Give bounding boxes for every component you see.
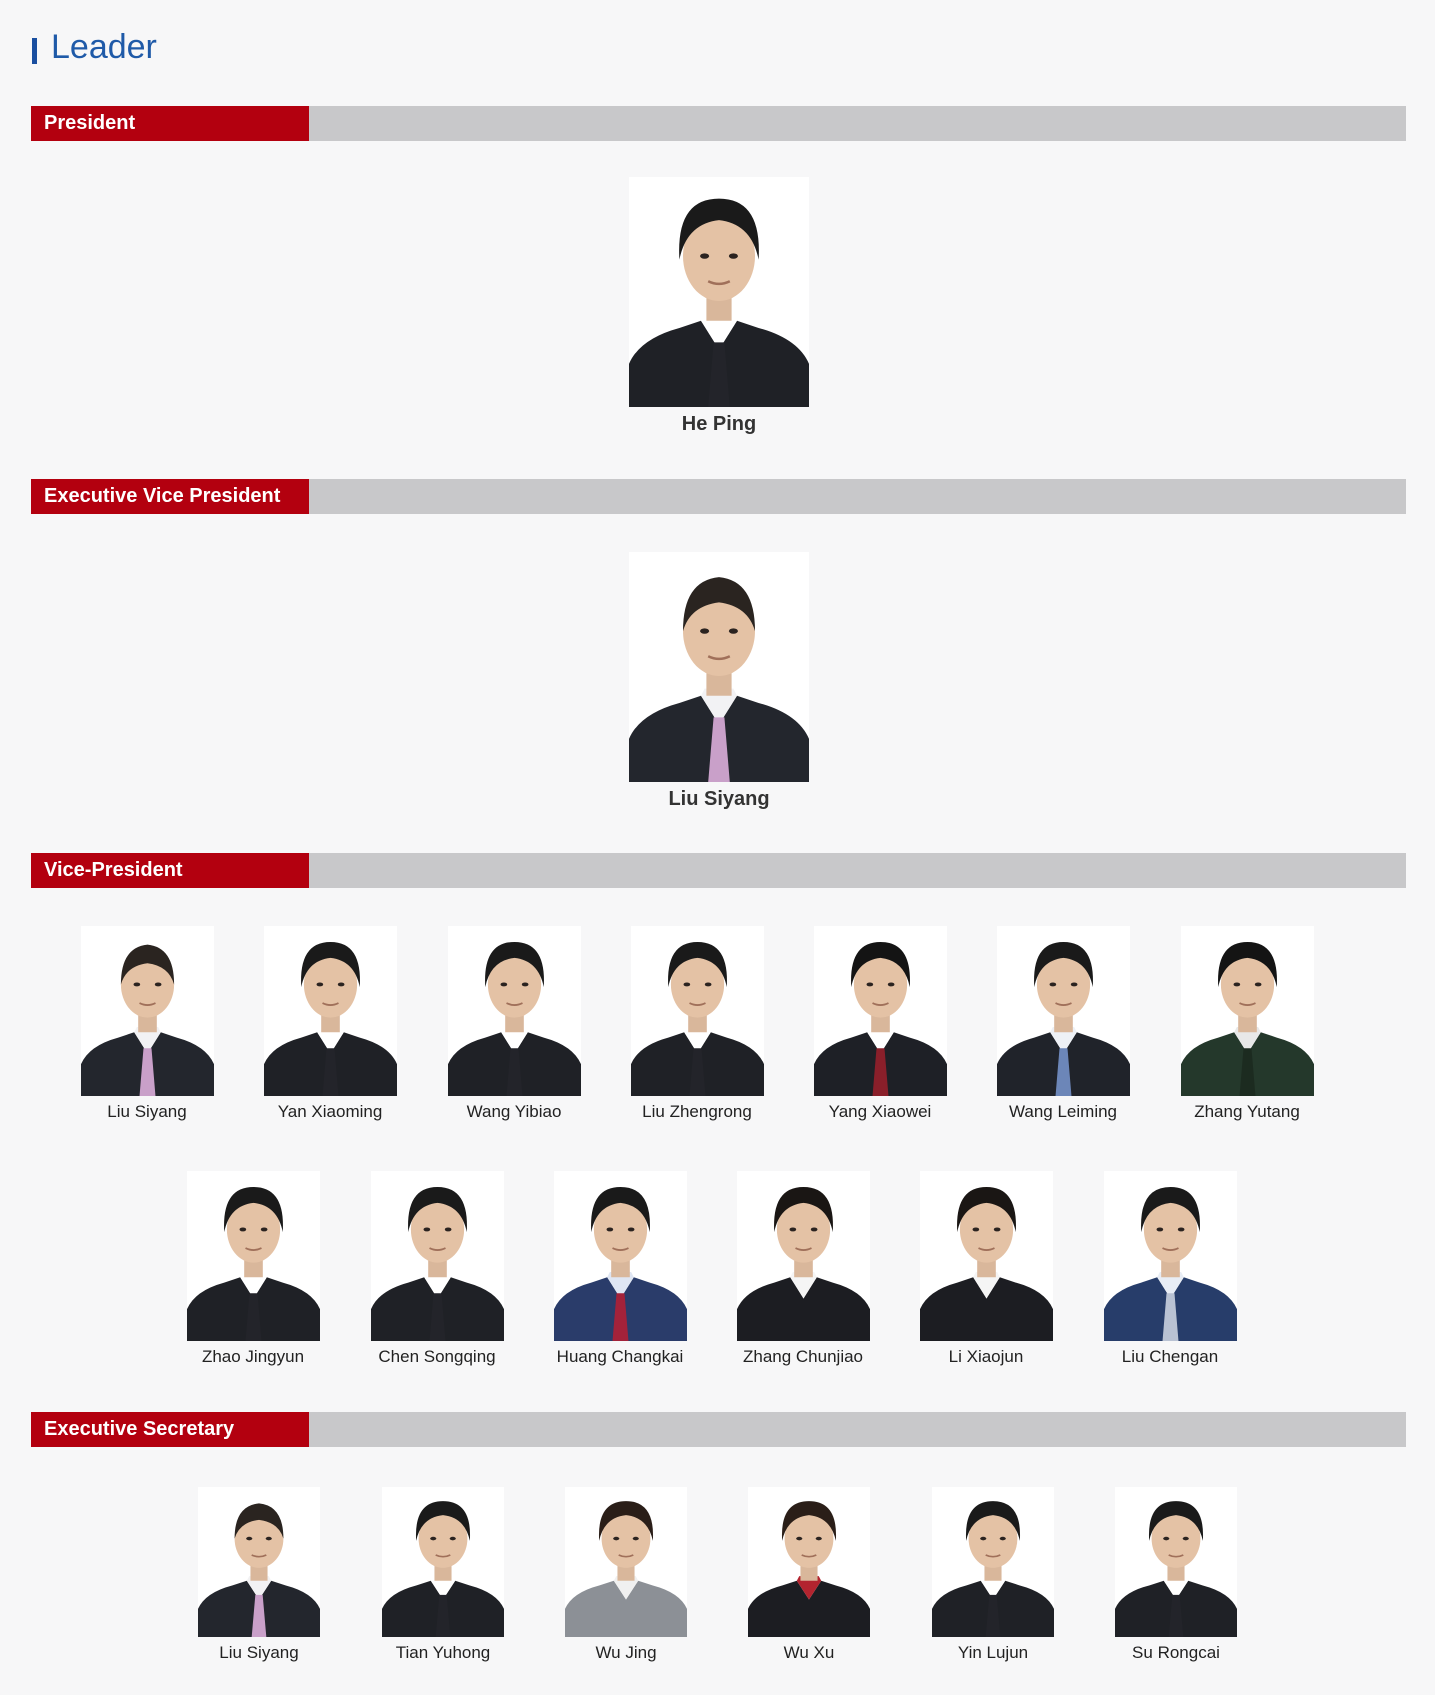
leader-name[interactable]: Wu Xu [729,1643,889,1663]
leader-card[interactable]: Zhang Yutang [1167,926,1327,1122]
section-header-executive-secretary: Executive Secretary [31,1412,1406,1447]
leader-card[interactable]: Wang Yibiao [434,926,594,1122]
title-accent-bar [32,37,37,64]
portrait-illustration [736,1171,870,1341]
portrait-illustration [1180,926,1314,1096]
leader-card[interactable]: He Ping [629,177,809,436]
leader-card[interactable]: Zhang Chunjiao [723,1171,883,1367]
leader-card[interactable]: Liu Siyang [629,552,809,811]
leader-card[interactable]: Liu Chengan [1090,1171,1250,1367]
leader-name[interactable]: Yin Lujun [913,1643,1073,1663]
section-label: Executive Vice President [31,479,309,514]
portrait-illustration [748,1487,870,1637]
leader-photo[interactable] [553,1171,687,1341]
portrait-illustration [447,926,581,1096]
leader-name[interactable]: Wu Jing [546,1643,706,1663]
portrait-illustration [186,1171,320,1341]
portrait-illustration [629,552,809,782]
leader-photo[interactable] [447,926,581,1096]
leader-card[interactable]: Wu Jing [546,1487,706,1663]
leader-name[interactable]: Huang Changkai [540,1347,700,1367]
portrait-illustration [263,926,397,1096]
portrait-illustration [1115,1487,1237,1637]
leader-card[interactable]: Huang Changkai [540,1171,700,1367]
leader-card[interactable]: Yan Xiaoming [250,926,410,1122]
leader-name[interactable]: Wang Leiming [983,1102,1143,1122]
leader-photo[interactable] [565,1487,687,1637]
leader-card[interactable]: Su Rongcai [1096,1487,1256,1663]
portrait-illustration [919,1171,1053,1341]
leader-name[interactable]: Zhang Chunjiao [723,1347,883,1367]
leader-photo[interactable] [813,926,947,1096]
section-label: Vice-President [31,853,309,888]
portrait-illustration [629,177,809,407]
leader-card[interactable]: Li Xiaojun [906,1171,1066,1367]
leader-photo[interactable] [736,1171,870,1341]
leader-card[interactable]: Yin Lujun [913,1487,1073,1663]
leader-photo[interactable] [629,552,809,782]
leader-card[interactable]: Chen Songqing [357,1171,517,1367]
leader-card[interactable]: Tian Yuhong [363,1487,523,1663]
page-title: Leader [32,28,157,67]
leader-photo[interactable] [382,1487,504,1637]
leader-photo[interactable] [370,1171,504,1341]
leader-name[interactable]: Zhao Jingyun [173,1347,333,1367]
leader-name[interactable]: Liu Siyang [629,788,809,811]
leader-photo[interactable] [1180,926,1314,1096]
leader-card[interactable]: Wang Leiming [983,926,1143,1122]
portrait-illustration [382,1487,504,1637]
section-header-vice-president: Vice-President [31,853,1406,888]
portrait-illustration [1103,1171,1237,1341]
leader-name[interactable]: Liu Zhengrong [617,1102,777,1122]
page-title-text: Leader [51,28,157,66]
leader-photo[interactable] [919,1171,1053,1341]
leader-photo[interactable] [932,1487,1054,1637]
leader-name[interactable]: Wang Yibiao [434,1102,594,1122]
leader-photo[interactable] [996,926,1130,1096]
section-header-executive-vice-president: Executive Vice President [31,479,1406,514]
section-header-president: President [31,106,1406,141]
leader-card[interactable]: Yang Xiaowei [800,926,960,1122]
section-label: President [31,106,309,141]
leader-name[interactable]: He Ping [629,413,809,436]
leader-photo[interactable] [629,177,809,407]
leader-photo[interactable] [198,1487,320,1637]
portrait-illustration [80,926,214,1096]
portrait-illustration [553,1171,687,1341]
leader-name[interactable]: Tian Yuhong [363,1643,523,1663]
leader-card[interactable]: Liu Siyang [179,1487,339,1663]
leader-photo[interactable] [630,926,764,1096]
leader-photo[interactable] [1103,1171,1237,1341]
portrait-illustration [565,1487,687,1637]
leader-card[interactable]: Liu Siyang [67,926,227,1122]
leader-name[interactable]: Zhang Yutang [1167,1102,1327,1122]
section-label: Executive Secretary [31,1412,309,1447]
portrait-illustration [370,1171,504,1341]
leader-name[interactable]: Chen Songqing [357,1347,517,1367]
leader-photo[interactable] [748,1487,870,1637]
portrait-illustration [932,1487,1054,1637]
leader-photo[interactable] [263,926,397,1096]
leader-name[interactable]: Su Rongcai [1096,1643,1256,1663]
leader-card[interactable]: Zhao Jingyun [173,1171,333,1367]
leader-name[interactable]: Li Xiaojun [906,1347,1066,1367]
portrait-illustration [630,926,764,1096]
leader-card[interactable]: Wu Xu [729,1487,889,1663]
portrait-illustration [996,926,1130,1096]
leader-name[interactable]: Liu Siyang [67,1102,227,1122]
leader-photo[interactable] [186,1171,320,1341]
leader-name[interactable]: Liu Chengan [1090,1347,1250,1367]
leader-name[interactable]: Liu Siyang [179,1643,339,1663]
leader-photo[interactable] [80,926,214,1096]
portrait-illustration [813,926,947,1096]
portrait-illustration [198,1487,320,1637]
leader-card[interactable]: Liu Zhengrong [617,926,777,1122]
leader-name[interactable]: Yang Xiaowei [800,1102,960,1122]
leader-photo[interactable] [1115,1487,1237,1637]
leader-name[interactable]: Yan Xiaoming [250,1102,410,1122]
